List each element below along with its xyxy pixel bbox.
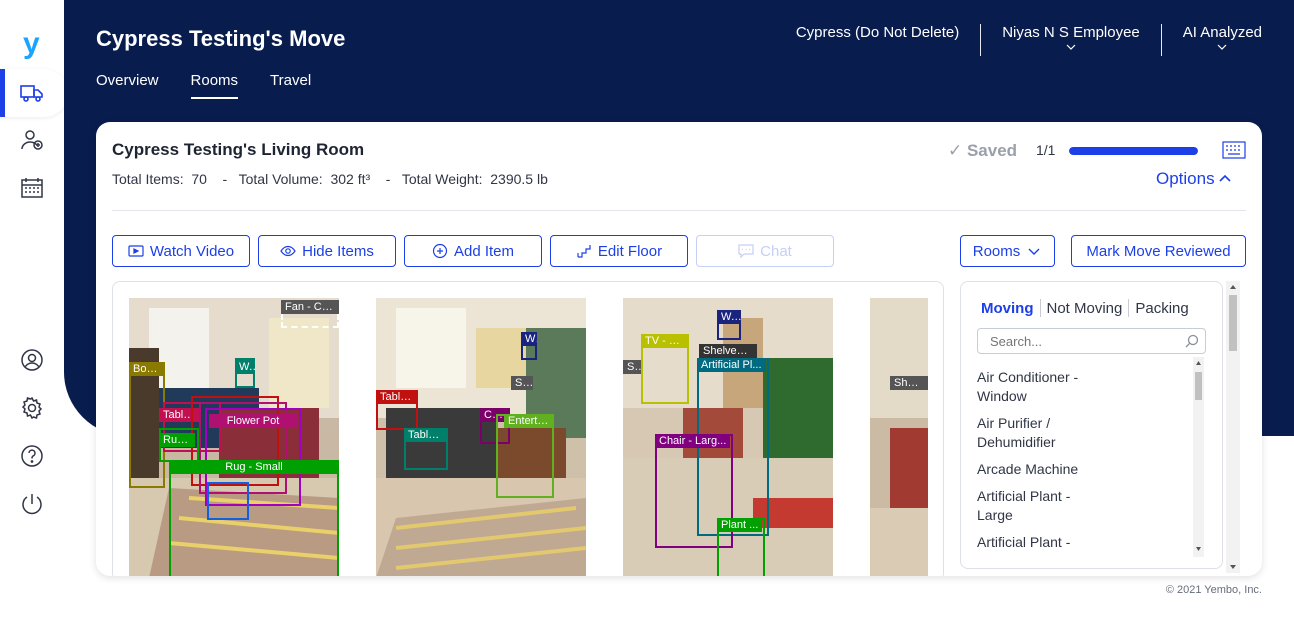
rooms-dropdown[interactable]: Rooms xyxy=(960,235,1055,267)
divider xyxy=(112,210,1246,211)
video-icon xyxy=(128,245,144,257)
chevron-down-icon xyxy=(1066,44,1076,50)
item-panel: Moving Not Moving Packing Air Conditione… xyxy=(960,281,1223,569)
item-list-scrollbar[interactable] xyxy=(1193,357,1204,557)
room-progress-bar xyxy=(1069,147,1198,155)
list-item[interactable]: Artificial Plant - xyxy=(977,533,1107,547)
list-item[interactable]: Artificial Plant - Large xyxy=(977,487,1097,525)
plus-circle-icon xyxy=(432,243,448,259)
room-photo[interactable]: W... TV - Fl... Shelves ... S... Artific… xyxy=(623,298,833,576)
tab-not-moving[interactable]: Not Moving xyxy=(1041,300,1129,317)
item-label: Artificial Pl... xyxy=(697,358,766,372)
watch-video-button[interactable]: Watch Video xyxy=(112,235,250,267)
tab-bar: Overview Rooms Travel xyxy=(96,72,311,99)
profile-icon xyxy=(21,349,43,371)
help-icon xyxy=(21,445,43,467)
chevron-down-icon xyxy=(1028,248,1040,255)
item-filter-tabs: Moving Not Moving Packing xyxy=(981,299,1195,317)
room-count: 1/1 xyxy=(1036,142,1056,158)
list-item[interactable]: Air Conditioner - Window xyxy=(977,368,1107,406)
power-icon xyxy=(22,494,42,515)
room-photo[interactable]: Fan - Ce... Boo... W... Table... Flower … xyxy=(129,298,339,576)
tab-overview[interactable]: Overview xyxy=(96,72,159,99)
item-label: Table ... xyxy=(404,428,448,442)
room-photo[interactable]: Shelve xyxy=(870,298,928,576)
chevron-up-icon xyxy=(1219,174,1231,182)
chat-icon xyxy=(738,244,754,259)
tab-moving[interactable]: Moving xyxy=(981,300,1040,317)
sidebar-item-profile[interactable] xyxy=(0,336,64,384)
progress-fill xyxy=(1069,147,1198,155)
hide-items-button[interactable]: Hide Items xyxy=(258,235,396,267)
add-item-button[interactable]: Add Item xyxy=(404,235,542,267)
list-item[interactable]: Air Purifier / Dehumidifier xyxy=(977,414,1087,452)
svg-text:y: y xyxy=(23,27,40,59)
room-card: Cypress Testing's Living Room Total Item… xyxy=(96,122,1262,576)
chat-button[interactable]: Chat xyxy=(696,235,834,267)
status-menu[interactable]: AI Analyzed xyxy=(1162,24,1262,51)
panel-scrollbar[interactable] xyxy=(1226,281,1240,573)
bbox xyxy=(169,460,339,576)
item-label: W... xyxy=(717,310,741,324)
sidebar-item-calendar[interactable] xyxy=(0,164,64,212)
room-image xyxy=(870,298,928,576)
search-icon xyxy=(1185,334,1199,348)
saved-status: ✓ Saved xyxy=(948,141,1018,160)
item-label: Shelve xyxy=(890,376,928,390)
gear-icon xyxy=(21,396,43,420)
item-label: Entertai... xyxy=(504,414,554,428)
item-label: Table... xyxy=(376,390,418,404)
company-name: Cypress (Do Not Delete) xyxy=(795,24,960,41)
item-label: Rug... xyxy=(159,433,195,447)
item-label: TV - Fl... xyxy=(641,334,689,348)
chevron-down-icon xyxy=(1217,44,1227,50)
item-label: Shelves ... xyxy=(699,344,757,358)
sidebar-item-logout[interactable] xyxy=(0,480,64,528)
sidebar-item-help[interactable] xyxy=(0,432,64,480)
status-label: AI Analyzed xyxy=(1182,24,1262,41)
tab-rooms[interactable]: Rooms xyxy=(190,72,239,99)
room-title: Cypress Testing's Living Room xyxy=(112,140,365,159)
search-input[interactable] xyxy=(977,328,1206,354)
item-label: S... xyxy=(623,360,641,374)
list-item[interactable]: Arcade Machine xyxy=(977,460,1127,479)
calendar-icon xyxy=(21,178,43,198)
user-menu[interactable]: Niyas N S Employee xyxy=(981,24,1161,51)
sidebar-item-moves[interactable] xyxy=(0,69,68,117)
tab-packing[interactable]: Packing xyxy=(1129,300,1194,317)
eye-icon xyxy=(280,245,296,257)
item-label: Rug - Small xyxy=(169,460,339,474)
item-label: S... xyxy=(511,376,533,390)
item-label: W xyxy=(521,332,537,346)
active-indicator xyxy=(0,69,5,117)
yembo-logo[interactable]: y xyxy=(20,27,46,59)
header-right: Cypress (Do Not Delete) Niyas N S Employ… xyxy=(775,24,1262,56)
item-label: Flower Pot xyxy=(209,414,297,428)
room-stats: Total Items: 70 - Total Volume: 302 ft³ … xyxy=(112,171,548,187)
options-label: Options xyxy=(1156,169,1215,188)
options-toggle[interactable]: Options xyxy=(1156,169,1231,189)
edit-floor-button[interactable]: Edit Floor xyxy=(550,235,688,267)
tab-travel[interactable]: Travel xyxy=(270,72,311,99)
item-label: Chair - Larg... xyxy=(655,434,731,448)
photo-strip[interactable]: Fan - Ce... Boo... W... Table... Flower … xyxy=(112,281,944,576)
item-label: W... xyxy=(235,360,255,374)
stairs-icon xyxy=(577,245,591,258)
item-label: Plant ... xyxy=(717,518,763,532)
item-list: Air Conditioner - Window Air Purifier / … xyxy=(977,368,1192,555)
sidebar: y xyxy=(0,0,68,623)
truck-icon xyxy=(20,85,43,102)
room-photo[interactable]: W S... Table... Table ... Ch... Entertai… xyxy=(376,298,586,576)
keyboard-icon[interactable] xyxy=(1222,141,1246,159)
mark-move-reviewed-button[interactable]: Mark Move Reviewed xyxy=(1071,235,1246,267)
sidebar-item-settings[interactable] xyxy=(0,384,64,432)
item-label: Boo... xyxy=(129,362,165,376)
add-user-icon xyxy=(21,130,43,150)
sidebar-item-add-user[interactable] xyxy=(0,116,64,164)
item-label: Fan - Ce... xyxy=(281,300,339,314)
page-title: Cypress Testing's Move xyxy=(96,26,346,51)
user-name: Niyas N S Employee xyxy=(1002,24,1140,41)
copyright: © 2021 Yembo, Inc. xyxy=(1165,584,1262,596)
